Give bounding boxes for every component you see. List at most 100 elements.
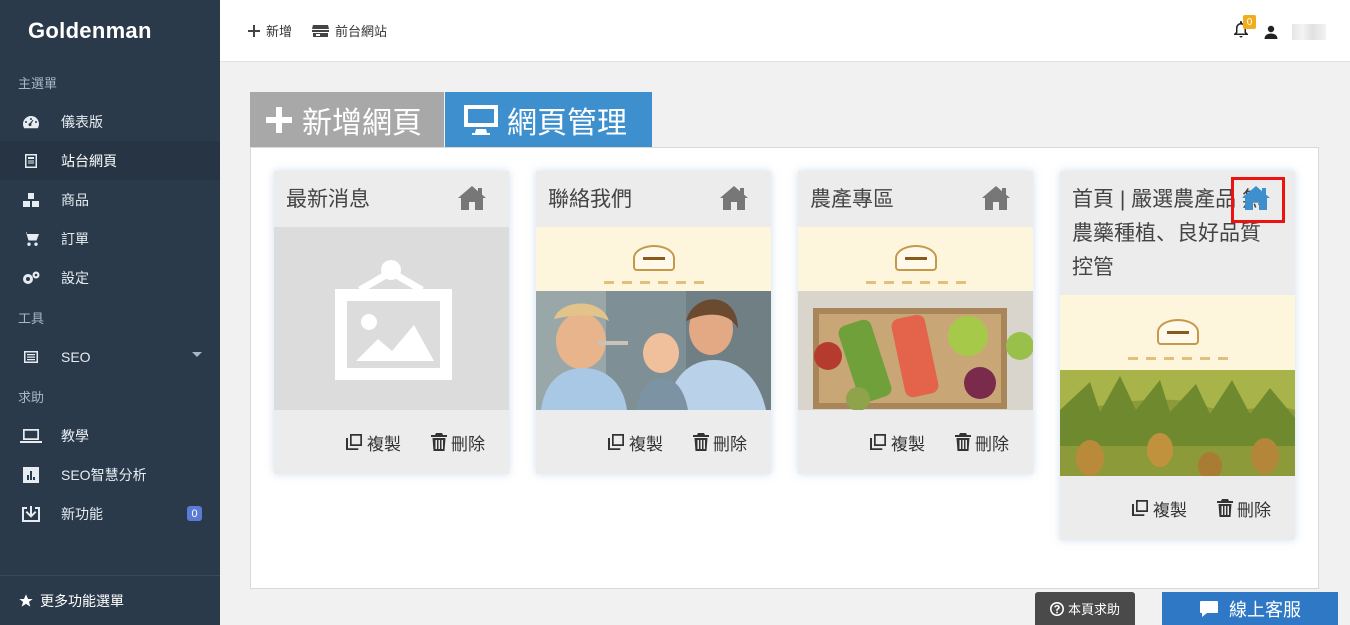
tab-manage-pages[interactable]: 網頁管理 xyxy=(445,92,652,147)
site-logo xyxy=(1156,319,1199,345)
sidebar-item-settings[interactable]: 設定 xyxy=(0,258,220,297)
topbar: 新增 前台網站 0 xyxy=(220,0,1350,62)
tab-add-page-label: 新增網頁 xyxy=(302,106,422,140)
delete-label: 刪除 xyxy=(1237,500,1271,520)
monitor-icon xyxy=(464,104,498,135)
page-card-news[interactable]: 最新消息 複製 刪除 xyxy=(274,171,509,474)
tab-add-page[interactable]: 新增網頁 xyxy=(250,92,444,147)
image-placeholder-icon xyxy=(335,260,452,380)
site-menu xyxy=(865,281,966,284)
sidebar-item-seo-analysis[interactable]: SEO智慧分析 xyxy=(0,455,220,494)
trash-icon xyxy=(1217,499,1233,517)
pineapple-photo xyxy=(1060,370,1295,476)
sidebar-item-seo[interactable]: SEO xyxy=(0,337,220,376)
page-card-actions: 複製 刪除 xyxy=(798,410,1033,474)
delete-button[interactable]: 刪除 xyxy=(693,430,747,455)
cart-icon xyxy=(20,230,42,248)
page-thumbnail xyxy=(1060,295,1295,476)
notifications-button[interactable]: 0 xyxy=(1234,15,1256,43)
gauge-icon xyxy=(20,113,42,131)
plus-icon xyxy=(248,24,260,37)
frontend-site-label: 前台網站 xyxy=(335,24,388,39)
store-icon xyxy=(312,24,330,37)
page-card-actions: 複製 刪除 xyxy=(536,410,771,474)
copy-button[interactable]: 複製 xyxy=(1131,496,1187,521)
brand-logo[interactable]: Goldenman xyxy=(0,0,220,62)
more-menu-button[interactable]: 更多功能選單 xyxy=(0,575,220,625)
home-icon[interactable] xyxy=(457,185,487,211)
sidebar-item-site-pages[interactable]: 站台網頁 xyxy=(0,141,220,180)
juice-photo xyxy=(798,291,1033,410)
home-icon[interactable] xyxy=(981,185,1011,211)
delete-button[interactable]: 刪除 xyxy=(431,430,485,455)
notifications-count: 0 xyxy=(1243,15,1256,29)
user-icon[interactable] xyxy=(1264,25,1278,39)
copy-label: 複製 xyxy=(891,434,925,454)
copy-icon xyxy=(1132,500,1148,516)
highlight-box xyxy=(1231,177,1285,223)
page-card-contact[interactable]: 聯絡我們 複製 刪除 xyxy=(536,171,771,474)
add-label: 新增 xyxy=(266,24,293,39)
page-thumbnail xyxy=(536,227,771,410)
site-logo xyxy=(894,245,937,271)
home-icon[interactable] xyxy=(719,185,749,211)
laptop-icon xyxy=(20,427,42,445)
boxes-icon xyxy=(20,191,42,209)
section-help: 求助 xyxy=(18,389,45,405)
gears-icon xyxy=(20,269,42,287)
bar-chart-icon xyxy=(20,466,42,484)
sidebar-item-label: 站台網頁 xyxy=(61,152,117,169)
sidebar-item-label: 訂單 xyxy=(61,230,89,247)
delete-button[interactable]: 刪除 xyxy=(1217,496,1271,521)
sidebar-item-label: 教學 xyxy=(61,427,89,444)
section-tools: 工具 xyxy=(18,310,45,326)
sidebar-item-orders[interactable]: 訂單 xyxy=(0,219,220,258)
page-card-title: 最新消息 xyxy=(286,188,370,211)
sidebar: Goldenman 主選單 儀表版 站台網頁 商品 訂單 設定 工具 SEO 求… xyxy=(0,0,220,625)
copy-icon xyxy=(608,434,624,450)
page-help-label: 本頁求助 xyxy=(1067,602,1120,617)
sidebar-item-products[interactable]: 商品 xyxy=(0,180,220,219)
page-card-actions: 複製 刪除 xyxy=(274,410,509,474)
preview-site-header xyxy=(536,227,771,291)
top-right-tools: 0 xyxy=(1234,15,1326,43)
delete-label: 刪除 xyxy=(975,434,1009,454)
trash-icon xyxy=(431,433,447,451)
page-help-button[interactable]: 本頁求助 xyxy=(1035,592,1135,625)
sidebar-item-new-features[interactable]: 新功能 0 xyxy=(0,494,220,533)
download-box-icon xyxy=(20,505,42,523)
copy-label: 複製 xyxy=(629,434,663,454)
question-circle-icon xyxy=(1049,601,1064,616)
page-card-produce[interactable]: 農產專區 複製 刪除 xyxy=(798,171,1033,474)
page-card-title: 農產專區 xyxy=(810,188,894,211)
more-menu-label: 更多功能選單 xyxy=(40,592,124,609)
trash-icon xyxy=(955,433,971,451)
site-menu xyxy=(1127,357,1228,360)
add-button[interactable]: 新增 xyxy=(248,21,292,40)
page-card-title: 聯絡我們 xyxy=(548,188,632,211)
copy-button[interactable]: 複製 xyxy=(869,430,925,455)
page-card-header: 聯絡我們 xyxy=(536,171,771,227)
page-icon xyxy=(20,152,42,170)
star-icon xyxy=(19,593,33,607)
preview-site-header xyxy=(798,227,1033,291)
user-name-redacted[interactable] xyxy=(1292,23,1326,40)
live-chat-label: 線上客服 xyxy=(1229,599,1301,620)
copy-button[interactable]: 複製 xyxy=(345,430,401,455)
sidebar-item-label: 新功能 xyxy=(61,505,103,522)
delete-button[interactable]: 刪除 xyxy=(955,430,1009,455)
sidebar-item-dashboard[interactable]: 儀表版 xyxy=(0,102,220,141)
copy-button[interactable]: 複製 xyxy=(607,430,663,455)
page-card-home[interactable]: 首頁 | 嚴選農產品 無農藥種植、良好品質控管 複製 刪除 xyxy=(1060,171,1295,540)
chat-icon xyxy=(1200,600,1218,617)
site-menu xyxy=(603,281,704,284)
page-card-actions: 複製 刪除 xyxy=(1060,476,1295,540)
page-card-header: 農產專區 xyxy=(798,171,1033,227)
frontend-site-link[interactable]: 前台網站 xyxy=(312,21,387,40)
live-chat-button[interactable]: 線上客服 xyxy=(1162,592,1338,625)
sidebar-item-tutorial[interactable]: 教學 xyxy=(0,416,220,455)
copy-label: 複製 xyxy=(1153,500,1187,520)
preview-site-header xyxy=(1060,295,1295,370)
delete-label: 刪除 xyxy=(451,434,485,454)
section-main: 主選單 xyxy=(18,75,58,91)
